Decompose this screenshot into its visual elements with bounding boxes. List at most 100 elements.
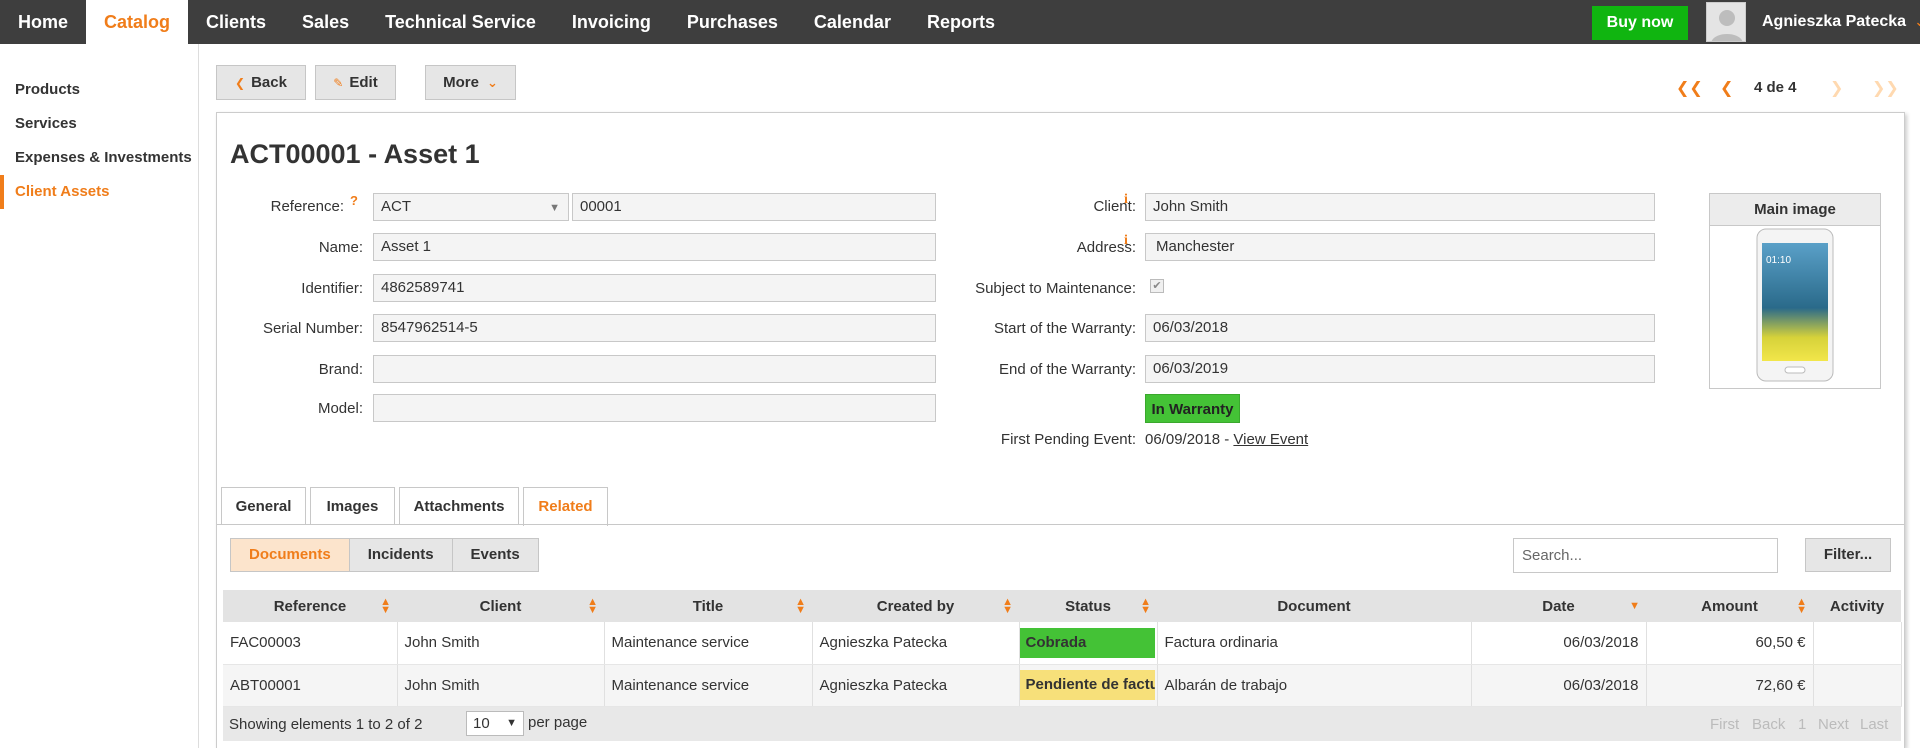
tab-divider (217, 524, 1904, 525)
chevron-down-icon: ⌄ (486, 75, 498, 90)
column-label: Reference (273, 597, 347, 615)
info-icon[interactable]: i (1124, 192, 1128, 208)
sidebar-item-products[interactable]: Products (0, 73, 198, 107)
column-header-date[interactable]: Date ▼ (1471, 590, 1646, 622)
column-header-created-by[interactable]: Created by ▲ ▼ (812, 590, 1019, 622)
column-header-amount[interactable]: Amount ▲ ▼ (1646, 590, 1813, 622)
help-icon[interactable]: ? (350, 193, 358, 208)
pagination-page[interactable]: 1 (1798, 716, 1806, 733)
nav-home[interactable]: Home (0, 0, 86, 44)
first-pending-event-date: 06/09/2018 - (1145, 431, 1234, 448)
previous-record-icon[interactable]: ❮ (1720, 78, 1733, 98)
buy-now-button[interactable]: Buy now (1592, 6, 1688, 40)
subtab-events[interactable]: Events (452, 539, 538, 571)
nav-catalog[interactable]: Catalog (86, 0, 189, 44)
per-page-select[interactable]: 10 ▼ (466, 711, 524, 736)
more-button[interactable]: More ⌄ (425, 65, 516, 100)
warranty-end-label: End of the Warranty: (998, 361, 1136, 378)
tab-attachments[interactable]: Attachments (399, 487, 519, 525)
filter-button[interactable]: Filter... (1805, 538, 1891, 572)
client-label: Client: (1093, 198, 1136, 215)
table-row[interactable]: ABT00001 John Smith Maintenance service … (223, 664, 1902, 707)
status-badge: Cobrada (1019, 627, 1155, 658)
sidebar-item-client-assets[interactable]: Client Assets (0, 175, 198, 209)
first-pending-event-label: First Pending Event: (1000, 431, 1136, 448)
subtab-incidents[interactable]: Incidents (349, 539, 453, 571)
column-label: Client (479, 597, 522, 615)
info-icon[interactable]: i (1124, 233, 1128, 249)
serial-number-label: Serial Number: (262, 320, 363, 337)
phone-image[interactable]: 01:10 (1710, 226, 1880, 386)
view-event-link[interactable]: View Event (1233, 431, 1308, 448)
sort-icon: ▲ ▼ (795, 596, 806, 616)
pagination-last[interactable]: Last (1860, 716, 1888, 733)
model-input[interactable] (373, 394, 936, 422)
subject-to-maintenance-checkbox[interactable]: ✔ (1150, 279, 1164, 293)
nav-technical-service[interactable]: Technical Service (367, 0, 554, 44)
sort-icon: ▲ ▼ (1002, 596, 1013, 616)
reference-prefix-select[interactable]: ACT ▼ (373, 193, 569, 221)
brand-label: Brand: (318, 361, 363, 378)
client-input[interactable]: John Smith (1145, 193, 1655, 221)
first-record-icon[interactable]: ❮❮ (1676, 78, 1703, 98)
sort-desc-icon: ▼ (1629, 600, 1640, 612)
cell-created-by: Agnieszka Patecka (812, 664, 1020, 707)
user-menu[interactable]: Agnieszka Patecka ⌄ (1762, 0, 1920, 44)
pencil-icon: ✎ (333, 76, 344, 90)
column-header-title[interactable]: Title ▲ ▼ (604, 590, 812, 622)
nav-reports[interactable]: Reports (909, 0, 1013, 44)
status-badge: In Warranty (1145, 394, 1240, 423)
status-badge: Pendiente de factu (1019, 670, 1155, 700)
nav-clients[interactable]: Clients (188, 0, 284, 44)
reference-prefix-value: ACT (381, 198, 411, 215)
record-pager-count: 4 de 4 (1754, 79, 1797, 96)
warranty-start-label: Start of the Warranty: (994, 320, 1136, 337)
cell-reference: ABT00001 (223, 664, 398, 707)
edit-button[interactable]: ✎ Edit (315, 65, 396, 100)
column-header-activity: Activity (1813, 590, 1901, 622)
back-button[interactable]: ❮ Back (216, 65, 306, 100)
subtab-documents[interactable]: Documents (231, 539, 350, 571)
identifier-input[interactable]: 4862589741 (373, 274, 936, 302)
column-header-status[interactable]: Status ▲ ▼ (1019, 590, 1157, 622)
address-input[interactable]: Manchester (1145, 233, 1655, 261)
serial-number-input[interactable]: 8547962514-5 (373, 314, 936, 342)
name-input[interactable]: Asset 1 (373, 233, 936, 261)
nav-invoicing[interactable]: Invoicing (554, 0, 669, 44)
tab-related[interactable]: Related (523, 487, 608, 526)
reference-label: Reference: (270, 198, 344, 215)
reference-number-input[interactable]: 00001 (572, 193, 936, 221)
column-header-reference[interactable]: Reference ▲ ▼ (223, 590, 397, 622)
search-input[interactable] (1513, 538, 1778, 573)
nav-calendar[interactable]: Calendar (796, 0, 909, 44)
pagination-first[interactable]: First (1710, 716, 1739, 733)
cell-status: Cobrada (1019, 622, 1158, 665)
pagination-next[interactable]: Next (1818, 716, 1849, 733)
column-header-client[interactable]: Client ▲ ▼ (397, 590, 604, 622)
edit-label: Edit (349, 74, 378, 91)
sidebar-item-expenses-investments[interactable]: Expenses & Investments (0, 141, 198, 175)
tab-images[interactable]: Images (310, 487, 395, 525)
cell-client: John Smith (397, 664, 605, 707)
warranty-end-input[interactable]: 06/03/2019 (1145, 355, 1655, 383)
identifier-label: Identifier: (301, 280, 363, 297)
sidebar-item-services[interactable]: Services (0, 107, 198, 141)
pagination-back[interactable]: Back (1752, 716, 1785, 733)
back-label: Back (251, 74, 287, 91)
avatar[interactable] (1706, 2, 1746, 42)
brand-input[interactable] (373, 355, 936, 383)
per-page-value: 10 (473, 715, 490, 732)
tab-general[interactable]: General (221, 487, 306, 525)
warranty-start-input[interactable]: 06/03/2018 (1145, 314, 1655, 342)
phone-time: 01:10 (1766, 255, 1791, 266)
table-header-row: Reference ▲ ▼ Client ▲ ▼ Title ▲ ▼ Created by ▲… (223, 590, 1901, 622)
model-label: Model: (317, 400, 363, 417)
cell-title: Maintenance service (604, 622, 813, 665)
nav-sales[interactable]: Sales (284, 0, 367, 44)
table-row[interactable]: FAC00003 John Smith Maintenance service … (223, 622, 1902, 665)
next-record-icon[interactable]: ❯ (1830, 78, 1843, 98)
page-title: ACT00001 - Asset 1 (230, 139, 480, 169)
nav-purchases[interactable]: Purchases (669, 0, 796, 44)
cell-date: 06/03/2018 (1471, 664, 1647, 707)
last-record-icon[interactable]: ❯❯ (1872, 78, 1899, 98)
